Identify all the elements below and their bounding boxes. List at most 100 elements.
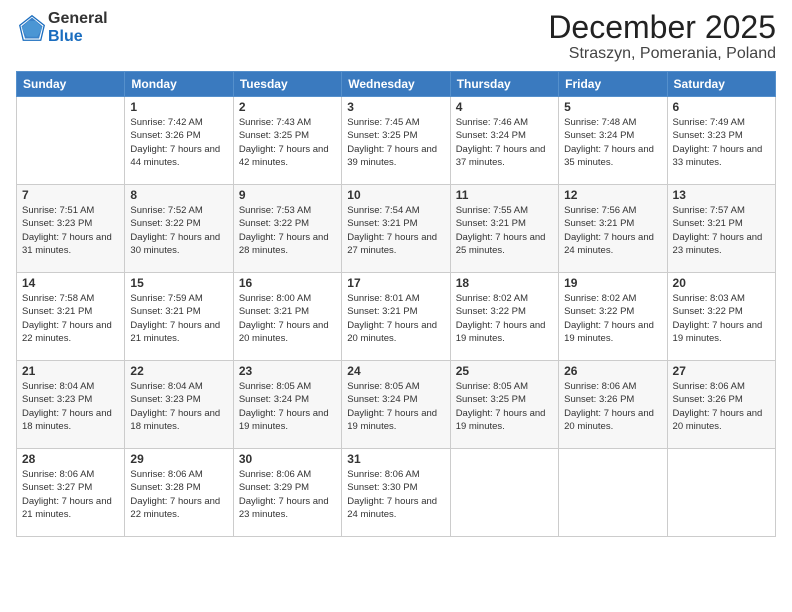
table-row: 3 Sunrise: 7:45 AMSunset: 3:25 PMDaylight… — [342, 97, 450, 185]
day-number: 18 — [456, 276, 553, 290]
day-info: Sunrise: 8:03 AMSunset: 3:22 PMDaylight:… — [673, 292, 770, 345]
day-number: 2 — [239, 100, 336, 114]
day-info: Sunrise: 8:04 AMSunset: 3:23 PMDaylight:… — [22, 380, 119, 433]
header-thursday: Thursday — [450, 72, 558, 97]
calendar-week-row: 28 Sunrise: 8:06 AMSunset: 3:27 PMDayligh… — [17, 449, 776, 537]
day-info: Sunrise: 7:58 AMSunset: 3:21 PMDaylight:… — [22, 292, 119, 345]
day-number: 30 — [239, 452, 336, 466]
day-number: 7 — [22, 188, 119, 202]
calendar-subtitle: Straszyn, Pomerania, Poland — [548, 45, 776, 63]
table-row: 20 Sunrise: 8:03 AMSunset: 3:22 PMDayligh… — [667, 273, 775, 361]
day-info: Sunrise: 7:46 AMSunset: 3:24 PMDaylight:… — [456, 116, 553, 169]
day-info: Sunrise: 8:06 AMSunset: 3:29 PMDaylight:… — [239, 468, 336, 521]
table-row: 9Sunrise: 7:53 AMSunset: 3:22 PMDaylight… — [233, 185, 341, 273]
day-info: Sunrise: 8:02 AMSunset: 3:22 PMDaylight:… — [456, 292, 553, 345]
page: General Blue December 2025 Straszyn, Pom… — [0, 0, 792, 612]
table-row: 23Sunrise: 8:05 AMSunset: 3:24 PMDayligh… — [233, 361, 341, 449]
table-row: 27 Sunrise: 8:06 AMSunset: 3:26 PMDayligh… — [667, 361, 775, 449]
header: General Blue December 2025 Straszyn, Pom… — [16, 10, 776, 63]
table-row — [559, 449, 667, 537]
day-info: Sunrise: 7:56 AMSunset: 3:21 PMDaylight:… — [564, 204, 661, 257]
calendar-table: Sunday Monday Tuesday Wednesday Thursday… — [16, 71, 776, 537]
table-row: 1Sunrise: 7:42 AMSunset: 3:26 PMDaylight… — [125, 97, 233, 185]
day-info: Sunrise: 7:49 AMSunset: 3:23 PMDaylight:… — [673, 116, 770, 169]
day-info: Sunrise: 8:06 AMSunset: 3:26 PMDaylight:… — [673, 380, 770, 433]
day-number: 8 — [130, 188, 227, 202]
table-row: 21Sunrise: 8:04 AMSunset: 3:23 PMDayligh… — [17, 361, 125, 449]
day-info: Sunrise: 7:55 AMSunset: 3:21 PMDaylight:… — [456, 204, 553, 257]
table-row: 29 Sunrise: 8:06 AMSunset: 3:28 PMDayligh… — [125, 449, 233, 537]
day-info: Sunrise: 7:43 AMSunset: 3:25 PMDaylight:… — [239, 116, 336, 169]
table-row: 10 Sunrise: 7:54 AMSunset: 3:21 PMDayligh… — [342, 185, 450, 273]
calendar-week-row: 1Sunrise: 7:42 AMSunset: 3:26 PMDaylight… — [17, 97, 776, 185]
day-info: Sunrise: 7:54 AMSunset: 3:21 PMDaylight:… — [347, 204, 444, 257]
header-wednesday: Wednesday — [342, 72, 450, 97]
day-info: Sunrise: 8:06 AMSunset: 3:26 PMDaylight:… — [564, 380, 661, 433]
header-friday: Friday — [559, 72, 667, 97]
day-number: 29 — [130, 452, 227, 466]
calendar-header-row: Sunday Monday Tuesday Wednesday Thursday… — [17, 72, 776, 97]
day-number: 4 — [456, 100, 553, 114]
day-number: 3 — [347, 100, 444, 114]
day-number: 13 — [673, 188, 770, 202]
day-number: 22 — [130, 364, 227, 378]
table-row: 6Sunrise: 7:49 AMSunset: 3:23 PMDaylight… — [667, 97, 775, 185]
table-row: 2 Sunrise: 7:43 AMSunset: 3:25 PMDaylight… — [233, 97, 341, 185]
table-row: 18 Sunrise: 8:02 AMSunset: 3:22 PMDayligh… — [450, 273, 558, 361]
day-info: Sunrise: 7:52 AMSunset: 3:22 PMDaylight:… — [130, 204, 227, 257]
day-number: 28 — [22, 452, 119, 466]
day-number: 24 — [347, 364, 444, 378]
day-number: 16 — [239, 276, 336, 290]
calendar-week-row: 7 Sunrise: 7:51 AMSunset: 3:23 PMDaylight… — [17, 185, 776, 273]
day-info: Sunrise: 8:06 AMSunset: 3:28 PMDaylight:… — [130, 468, 227, 521]
logo-blue-text: Blue — [48, 28, 83, 45]
header-tuesday: Tuesday — [233, 72, 341, 97]
table-row: 25 Sunrise: 8:05 AMSunset: 3:25 PMDayligh… — [450, 361, 558, 449]
table-row: 7 Sunrise: 7:51 AMSunset: 3:23 PMDaylight… — [17, 185, 125, 273]
day-number: 19 — [564, 276, 661, 290]
logo-icon — [18, 14, 46, 42]
day-number: 27 — [673, 364, 770, 378]
header-monday: Monday — [125, 72, 233, 97]
logo-general-text: General — [48, 10, 108, 27]
day-info: Sunrise: 7:45 AMSunset: 3:25 PMDaylight:… — [347, 116, 444, 169]
table-row: 31Sunrise: 8:06 AMSunset: 3:30 PMDayligh… — [342, 449, 450, 537]
header-sunday: Sunday — [17, 72, 125, 97]
table-row: 15Sunrise: 7:59 AMSunset: 3:21 PMDayligh… — [125, 273, 233, 361]
table-row — [17, 97, 125, 185]
day-number: 20 — [673, 276, 770, 290]
table-row: 30 Sunrise: 8:06 AMSunset: 3:29 PMDayligh… — [233, 449, 341, 537]
header-saturday: Saturday — [667, 72, 775, 97]
table-row: 16Sunrise: 8:00 AMSunset: 3:21 PMDayligh… — [233, 273, 341, 361]
table-row: 26 Sunrise: 8:06 AMSunset: 3:26 PMDayligh… — [559, 361, 667, 449]
day-info: Sunrise: 8:06 AMSunset: 3:27 PMDaylight:… — [22, 468, 119, 521]
day-number: 31 — [347, 452, 444, 466]
table-row: 24Sunrise: 8:05 AMSunset: 3:24 PMDayligh… — [342, 361, 450, 449]
title-block: December 2025 Straszyn, Pomerania, Polan… — [548, 10, 776, 63]
day-info: Sunrise: 7:48 AMSunset: 3:24 PMDaylight:… — [564, 116, 661, 169]
day-info: Sunrise: 7:53 AMSunset: 3:22 PMDaylight:… — [239, 204, 336, 257]
table-row: 11 Sunrise: 7:55 AMSunset: 3:21 PMDayligh… — [450, 185, 558, 273]
table-row: 14Sunrise: 7:58 AMSunset: 3:21 PMDayligh… — [17, 273, 125, 361]
day-number: 10 — [347, 188, 444, 202]
calendar-title: December 2025 — [548, 10, 776, 45]
day-info: Sunrise: 7:51 AMSunset: 3:23 PMDaylight:… — [22, 204, 119, 257]
day-info: Sunrise: 7:59 AMSunset: 3:21 PMDaylight:… — [130, 292, 227, 345]
table-row: 8 Sunrise: 7:52 AMSunset: 3:22 PMDaylight… — [125, 185, 233, 273]
logo: General Blue — [16, 10, 108, 45]
day-number: 25 — [456, 364, 553, 378]
day-info: Sunrise: 7:57 AMSunset: 3:21 PMDaylight:… — [673, 204, 770, 257]
day-info: Sunrise: 8:01 AMSunset: 3:21 PMDaylight:… — [347, 292, 444, 345]
day-number: 11 — [456, 188, 553, 202]
day-number: 26 — [564, 364, 661, 378]
table-row: 13 Sunrise: 7:57 AMSunset: 3:21 PMDayligh… — [667, 185, 775, 273]
calendar-week-row: 21Sunrise: 8:04 AMSunset: 3:23 PMDayligh… — [17, 361, 776, 449]
table-row: 28 Sunrise: 8:06 AMSunset: 3:27 PMDayligh… — [17, 449, 125, 537]
calendar-week-row: 14Sunrise: 7:58 AMSunset: 3:21 PMDayligh… — [17, 273, 776, 361]
table-row: 12Sunrise: 7:56 AMSunset: 3:21 PMDayligh… — [559, 185, 667, 273]
day-number: 17 — [347, 276, 444, 290]
day-info: Sunrise: 8:04 AMSunset: 3:23 PMDaylight:… — [130, 380, 227, 433]
logo-text-block: General Blue — [48, 10, 108, 45]
day-info: Sunrise: 8:05 AMSunset: 3:25 PMDaylight:… — [456, 380, 553, 433]
table-row — [667, 449, 775, 537]
